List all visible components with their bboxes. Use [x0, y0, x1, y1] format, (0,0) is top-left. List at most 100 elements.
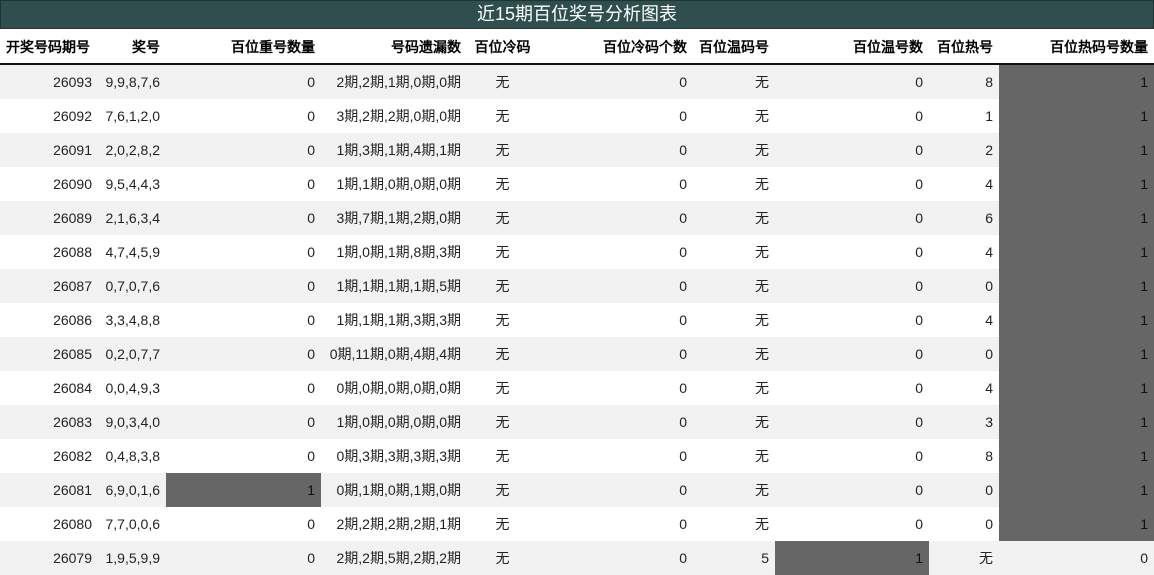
cell-cold-count: 0	[538, 303, 693, 337]
cell-miss: 2期,2期,1期,0期,0期	[321, 64, 467, 99]
cell-repeat-count: 0	[166, 507, 321, 541]
cell-hot-count: 1	[999, 303, 1154, 337]
cell-numbers: 9,9,8,7,6	[98, 64, 166, 99]
cell-warm: 无	[693, 303, 775, 337]
cell-numbers: 4,7,4,5,9	[98, 235, 166, 269]
cell-repeat-count: 0	[166, 405, 321, 439]
cell-warm: 无	[693, 235, 775, 269]
cell-warm-count: 0	[775, 167, 929, 201]
cell-warm-count: 0	[775, 473, 929, 507]
cell-miss: 1期,1期,0期,0期,0期	[321, 167, 467, 201]
cell-period: 26093	[0, 64, 98, 99]
cell-cold: 无	[467, 269, 538, 303]
cell-warm-count: 0	[775, 337, 929, 371]
cell-warm: 无	[693, 269, 775, 303]
cell-cold-count: 0	[538, 337, 693, 371]
col-cold-count-header: 百位冷码个数	[538, 30, 693, 65]
cell-cold: 无	[467, 133, 538, 167]
cell-repeat-count: 0	[166, 201, 321, 235]
cell-cold-count: 0	[538, 439, 693, 473]
cell-repeat-count: 1	[166, 473, 321, 507]
cell-warm: 无	[693, 371, 775, 405]
cell-hot: 1	[929, 99, 999, 133]
cell-hot: 4	[929, 167, 999, 201]
cell-repeat-count: 0	[166, 269, 321, 303]
cell-hot-count: 1	[999, 439, 1154, 473]
cell-cold-count: 0	[538, 64, 693, 99]
cell-hot-count: 1	[999, 99, 1154, 133]
cell-numbers: 2,0,2,8,2	[98, 133, 166, 167]
cell-cold: 无	[467, 541, 538, 575]
cell-hot: 4	[929, 235, 999, 269]
analysis-chart-page: 近15期百位奖号分析图表 开奖号码期号 奖号 百位重号数量 号码遗漏数 百位冷码 百位冷码…	[0, 0, 1154, 575]
cell-cold: 无	[467, 507, 538, 541]
table-row: 26084 0,0,4,9,3 0 0期,0期,0期,0期,0期无 0 无 0 4 1	[0, 371, 1154, 405]
cell-warm: 无	[693, 405, 775, 439]
cell-cold-count: 0	[538, 133, 693, 167]
cell-warm-count: 0	[775, 201, 929, 235]
cell-warm: 无	[693, 439, 775, 473]
cell-hot: 0	[929, 337, 999, 371]
cell-hot-count: 1	[999, 473, 1154, 507]
cell-cold: 无	[467, 235, 538, 269]
cell-cold-count: 0	[538, 235, 693, 269]
table-row: 26087 0,7,0,7,6 0 1期,1期,1期,1期,5期无 0 无 0 0 1	[0, 269, 1154, 303]
cell-warm: 无	[693, 201, 775, 235]
col-cold-header: 百位冷码	[467, 30, 538, 65]
cell-miss: 1期,1期,1期,1期,5期	[321, 269, 467, 303]
cell-repeat-count: 0	[166, 133, 321, 167]
cell-period: 26091	[0, 133, 98, 167]
cell-repeat-count: 0	[166, 235, 321, 269]
cell-cold: 无	[467, 405, 538, 439]
cell-numbers: 0,4,8,3,8	[98, 439, 166, 473]
page-title: 近15期百位奖号分析图表	[0, 0, 1154, 29]
col-hot-count-header: 百位热码号数量	[999, 30, 1154, 65]
cell-period: 26086	[0, 303, 98, 337]
cell-warm: 无	[693, 507, 775, 541]
cell-repeat-count: 0	[166, 371, 321, 405]
cell-warm-count: 0	[775, 269, 929, 303]
cell-hot: 2	[929, 133, 999, 167]
table-row: 26091 2,0,2,8,2 0 1期,3期,1期,4期,1期无 0 无 0 2 1	[0, 133, 1154, 167]
cell-hot-count: 1	[999, 235, 1154, 269]
cell-hot-count: 1	[999, 371, 1154, 405]
cell-miss: 2期,2期,5期,2期,2期	[321, 541, 467, 575]
cell-warm-count: 0	[775, 371, 929, 405]
table-row: 26090 9,5,4,4,3 0 1期,1期,0期,0期,0期无 0 无 0 4 1	[0, 167, 1154, 201]
col-warm-header: 百位温码号	[693, 30, 775, 65]
cell-miss: 0期,11期,0期,4期,4期	[321, 337, 467, 371]
cell-period: 26087	[0, 269, 98, 303]
cell-hot-count: 1	[999, 167, 1154, 201]
table-row: 26085 0,2,0,7,7 0 0期,11期,0期,4期,4期无 0 无 0 0 1	[0, 337, 1154, 371]
cell-repeat-count: 0	[166, 167, 321, 201]
col-warm-count-header: 百位温号数	[775, 30, 929, 65]
cell-numbers: 9,5,4,4,3	[98, 167, 166, 201]
cell-hot: 6	[929, 201, 999, 235]
cell-hot-count: 1	[999, 64, 1154, 99]
cell-numbers: 7,7,0,0,6	[98, 507, 166, 541]
cell-hot: 3	[929, 405, 999, 439]
cell-miss: 1期,0期,1期,8期,3期	[321, 235, 467, 269]
cell-cold: 无	[467, 303, 538, 337]
cell-period: 26084	[0, 371, 98, 405]
cell-cold: 无	[467, 167, 538, 201]
cell-period: 26090	[0, 167, 98, 201]
cell-cold-count: 0	[538, 167, 693, 201]
cell-warm: 无	[693, 64, 775, 99]
cell-repeat-count: 0	[166, 99, 321, 133]
cell-warm-count: 0	[775, 99, 929, 133]
table-row: 26082 0,4,8,3,8 0 0期,3期,3期,3期,3期无 0 无 0 8 1	[0, 439, 1154, 473]
cell-warm-count: 0	[775, 64, 929, 99]
cell-cold-count: 0	[538, 405, 693, 439]
cell-warm-count: 0	[775, 133, 929, 167]
cell-numbers: 1,9,5,9,9	[98, 541, 166, 575]
col-miss-header: 号码遗漏数	[321, 30, 467, 65]
cell-warm-count: 0	[775, 439, 929, 473]
cell-warm: 无	[693, 473, 775, 507]
cell-miss: 3期,7期,1期,2期,0期	[321, 201, 467, 235]
table-header: 开奖号码期号 奖号 百位重号数量 号码遗漏数 百位冷码 百位冷码个数 百位温码号 百位温号数百…	[0, 30, 1154, 65]
cell-cold-count: 0	[538, 541, 693, 575]
cell-hot-count: 1	[999, 507, 1154, 541]
cell-warm-count: 1	[775, 541, 929, 575]
cell-miss: 0期,0期,0期,0期,0期	[321, 371, 467, 405]
